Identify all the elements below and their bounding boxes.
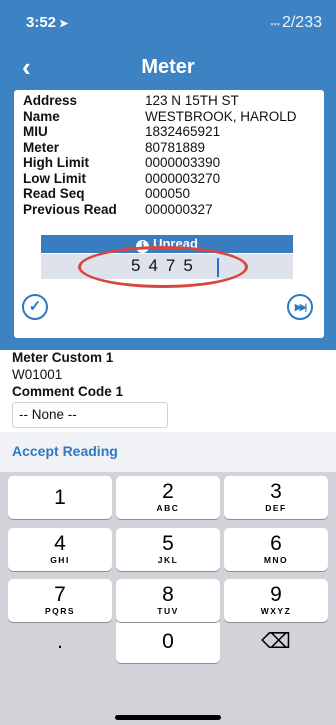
page-title: Meter	[141, 56, 195, 78]
key-letters: DEF	[265, 503, 287, 513]
numeric-keypad: ⌫ 0. 9 WXYZ 8 TUV 7 PQRS 6 MNO 5 JKL 4 GHI 3 DEF 2 ABC 1	[0, 472, 336, 725]
info-label: Read Seq	[23, 186, 85, 201]
home-indicator[interactable]	[115, 715, 221, 720]
key-number: 8	[162, 583, 174, 606]
signal-icon: ▪▪▪	[270, 19, 280, 29]
key-number: .	[57, 630, 63, 653]
info-value: 0000003390	[145, 155, 221, 170]
meter-info-list: Address 123 N 15TH ST Name WESTBROOK, HAROL…	[23, 93, 297, 217]
key-letters: MNO	[263, 555, 289, 565]
keyboard-toolbar: Accept Reading	[0, 432, 336, 472]
key-9[interactable]: 9 WXYZ	[224, 579, 328, 622]
info-row: MIU 1832465921	[23, 124, 297, 140]
key-letters: TUV	[157, 606, 179, 616]
key-number: 5	[162, 532, 174, 555]
info-label: Name	[23, 108, 60, 124]
info-label: Meter	[23, 139, 60, 155]
key-letters: GHI	[50, 555, 70, 565]
info-label: Previous Read	[23, 201, 117, 217]
info-row: Previous Read 000000327	[23, 202, 297, 218]
info-value: 000050	[145, 186, 191, 201]
info-row: Address 123 N 15TH ST	[23, 93, 297, 109]
key-number: 2	[162, 480, 174, 503]
info-value: 000000327	[145, 201, 213, 217]
info-row: High Limit 0000003390	[23, 155, 297, 171]
key-6[interactable]: 6 MNO	[224, 528, 328, 571]
info-row: Low Limit 0000003270	[23, 171, 297, 187]
status-time: 3:52 ➤	[26, 14, 69, 31]
key-2[interactable]: 2 ABC	[116, 476, 220, 519]
meter-card: Address 123 N 15TH ST Name WESTBROOK, HAROL…	[14, 90, 324, 338]
key-5[interactable]: 5 JKL	[116, 528, 220, 571]
info-row: Name WESTBROOK, HAROLD	[23, 109, 297, 125]
accept-reading-button[interactable]: Accept Reading	[12, 443, 118, 459]
key-number: 3	[270, 480, 282, 503]
comment-code-select[interactable]: -- None --	[12, 402, 168, 428]
highlight-ellipse	[78, 246, 248, 288]
key-1[interactable]: 1	[8, 476, 112, 519]
location-arrow-icon: ➤	[59, 18, 69, 30]
check-circle-icon[interactable]: ✓	[22, 294, 48, 320]
key-letters: WXYZ	[260, 606, 292, 616]
key-letters: ABC	[156, 503, 180, 513]
key-number: 4	[54, 532, 66, 555]
key-decimal[interactable]: .	[8, 620, 112, 663]
status-right: ▪▪▪ 2/233	[270, 14, 322, 32]
key-number: 0	[162, 630, 174, 653]
key-number: 1	[54, 486, 66, 509]
info-label: High Limit	[23, 155, 89, 170]
info-label: Low Limit	[23, 170, 86, 186]
key-0[interactable]: 0	[116, 620, 220, 663]
key-3[interactable]: 3 DEF	[224, 476, 328, 519]
skip-next-icon[interactable]: ▶▶|	[287, 294, 313, 320]
custom-fields-section: Meter Custom 1 W01001 Comment Code 1 -- …	[0, 350, 336, 432]
key-4[interactable]: 4 GHI	[8, 528, 112, 571]
info-value: 80781889	[145, 139, 206, 155]
info-value: WESTBROOK, HAROLD	[145, 108, 297, 124]
key-letters: JKL	[157, 555, 179, 565]
key-number: 7	[54, 583, 66, 606]
backspace-key[interactable]: ⌫	[224, 620, 328, 663]
info-label: MIU	[23, 124, 48, 139]
key-number: 6	[270, 532, 282, 555]
key-number: 9	[270, 583, 282, 606]
header-background: 3:52 ➤ ▪▪▪ 2/233 ‹ Meter Address 123 N 15TH…	[0, 0, 336, 350]
info-row: Read Seq 000050	[23, 186, 297, 202]
meter-custom-label: Meter Custom 1	[12, 350, 114, 365]
info-value: 1832465921	[145, 124, 221, 139]
key-7[interactable]: 7 PQRS	[8, 579, 112, 622]
comment-code-label: Comment Code 1	[12, 384, 124, 399]
status-bar: 3:52 ➤ ▪▪▪ 2/233	[26, 14, 322, 34]
info-value: 123 N 15TH ST	[145, 93, 239, 108]
info-row: Meter 80781889	[23, 140, 297, 156]
status-page-counter: 2/233	[281, 14, 322, 31]
meter-custom-value: W01001	[12, 367, 63, 382]
key-letters: PQRS	[44, 606, 76, 616]
key-8[interactable]: 8 TUV	[116, 579, 220, 622]
info-value: 0000003270	[145, 170, 221, 186]
info-label: Address	[23, 93, 78, 108]
backspace-icon: ⌫	[261, 630, 291, 653]
navigation-bar: ‹ Meter	[0, 52, 336, 84]
